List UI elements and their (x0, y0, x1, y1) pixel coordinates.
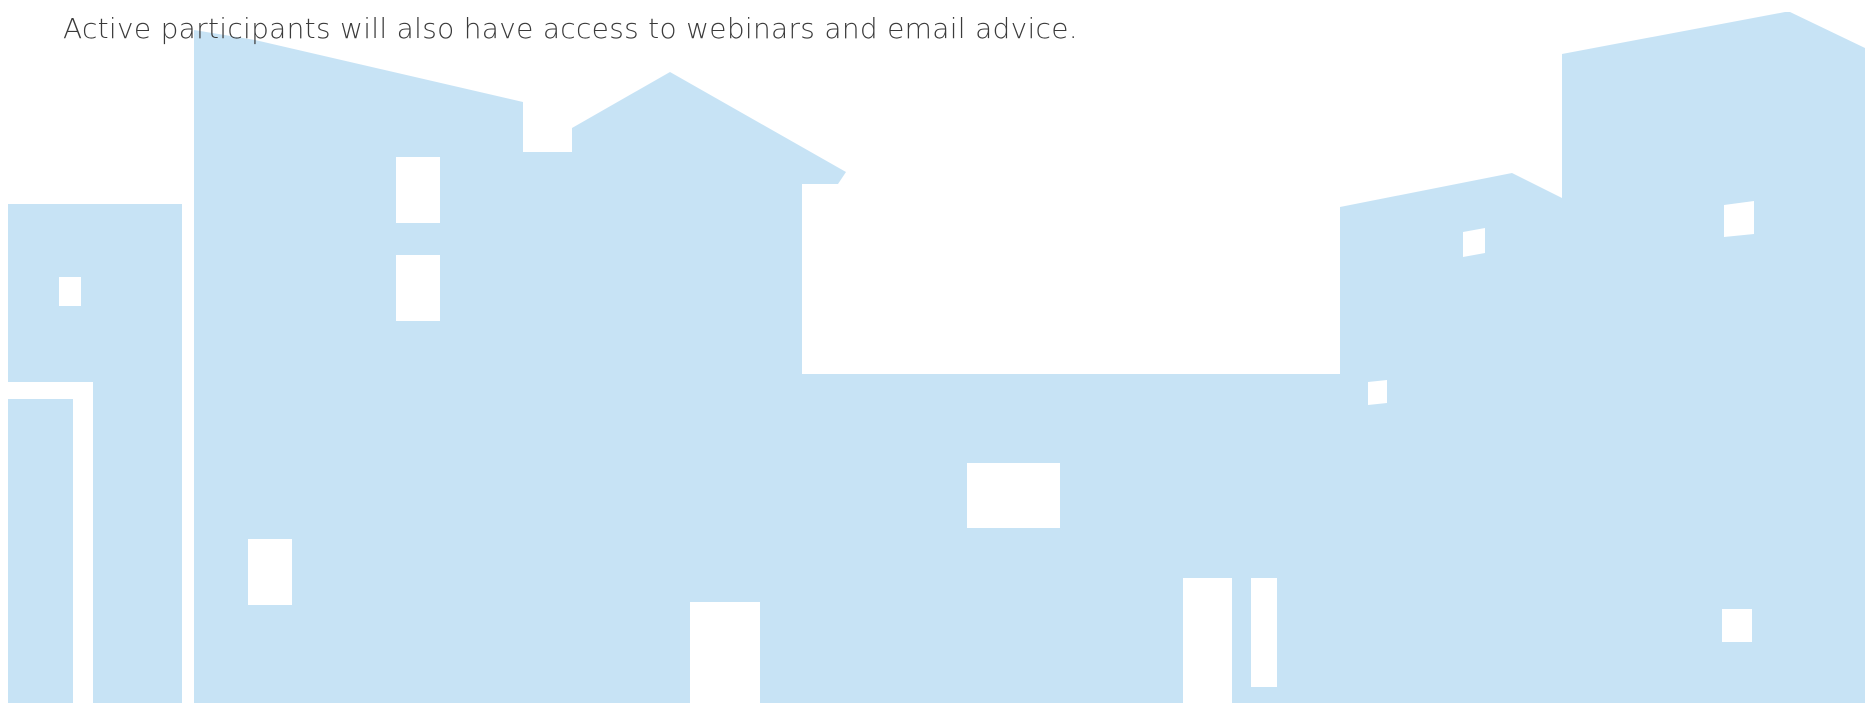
window (1251, 578, 1277, 687)
page: Active participants will also have acces… (0, 0, 1865, 703)
window (1463, 228, 1485, 257)
window (1368, 380, 1387, 405)
window (1722, 609, 1752, 642)
window (59, 277, 81, 306)
building-skyline-illustration (8, 12, 1865, 703)
doorway-inner (8, 399, 73, 703)
window (396, 255, 440, 321)
building-main-left (194, 30, 1340, 703)
window (1724, 201, 1754, 237)
window (396, 157, 440, 223)
door (690, 602, 760, 703)
intro-text: Active participants will also have acces… (63, 12, 1078, 45)
window (248, 539, 292, 605)
door (1183, 578, 1232, 703)
building-right (1340, 12, 1865, 703)
window (967, 463, 1060, 528)
